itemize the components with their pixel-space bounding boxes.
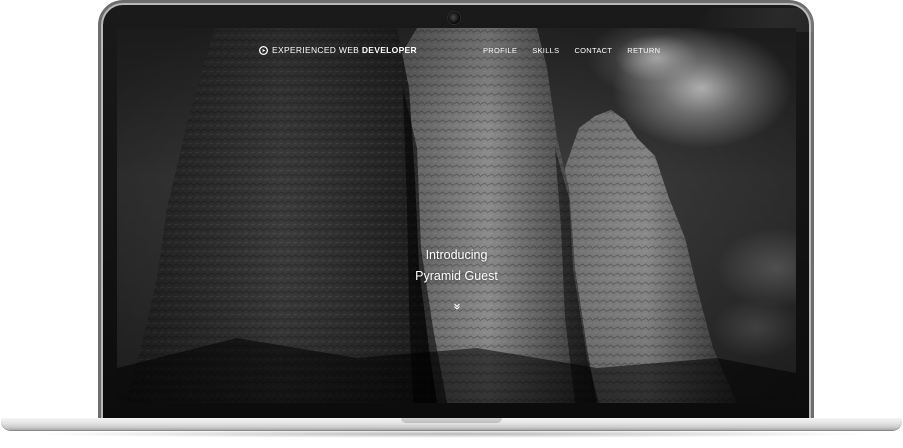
nav-menu: PROFILE SKILLS CONTACT RETURN bbox=[483, 42, 660, 58]
chevron-down-icon[interactable] bbox=[450, 301, 464, 311]
webcam-icon bbox=[448, 12, 460, 24]
play-circle-icon bbox=[259, 45, 268, 55]
nav-item-return[interactable]: RETURN bbox=[627, 46, 660, 55]
brand-text-strong: DEVELOPER bbox=[361, 45, 417, 55]
laptop-shadow bbox=[24, 430, 879, 438]
laptop-mockup: EXPERIENCED WEB DEVELOPER PROFILE SKILLS… bbox=[0, 0, 903, 448]
nav-item-skills[interactable]: SKILLS bbox=[532, 46, 559, 55]
hero-background-mountain bbox=[117, 28, 796, 403]
top-nav: EXPERIENCED WEB DEVELOPER PROFILE SKILLS… bbox=[117, 42, 796, 58]
hero-intro: Introducing bbox=[425, 248, 488, 262]
nav-item-contact[interactable]: CONTACT bbox=[574, 46, 612, 55]
hero-text: Introducing Pyramid Guest bbox=[117, 245, 796, 287]
brand-logo[interactable]: EXPERIENCED WEB DEVELOPER bbox=[259, 42, 417, 58]
laptop-screen: EXPERIENCED WEB DEVELOPER PROFILE SKILLS… bbox=[117, 28, 796, 403]
brand-text: EXPERIENCED WEB bbox=[272, 45, 360, 55]
nav-item-profile[interactable]: PROFILE bbox=[483, 46, 517, 55]
laptop-base-notch bbox=[401, 418, 502, 423]
hero-title: Pyramid Guest bbox=[415, 269, 498, 283]
